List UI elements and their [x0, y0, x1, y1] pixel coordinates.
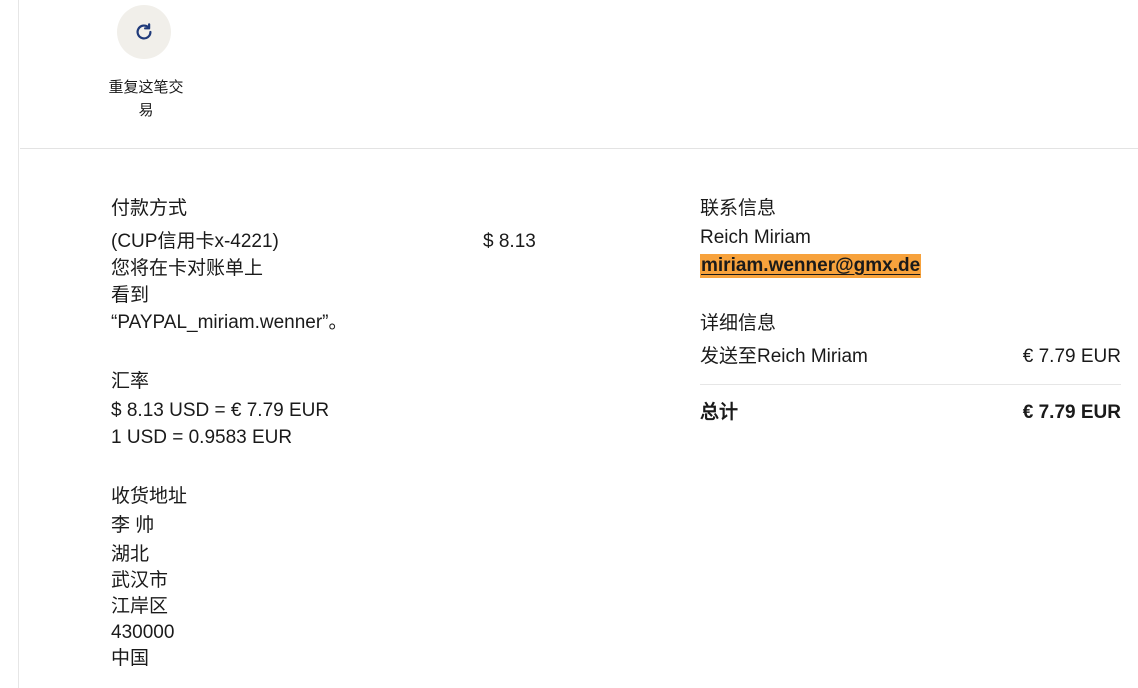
total-amount: € 7.79 EUR	[1022, 402, 1121, 423]
details-item-amount: € 7.79 EUR	[1022, 346, 1121, 367]
address-line: 武汉市	[111, 570, 169, 591]
repeat-label-line: 易	[138, 102, 154, 119]
refresh-icon	[136, 23, 152, 40]
details-item-label: 发送至Reich Miriam	[700, 346, 868, 367]
exchange-rate-line: 1 USD = 0.9583 EUR	[111, 427, 293, 448]
payment-amount: $ 8.13	[483, 231, 536, 252]
repeat-label-line: 重复这笔交	[108, 79, 184, 96]
payment-method-title: 付款方式	[111, 198, 188, 219]
details-divider	[700, 384, 1121, 385]
statement-note-line: “PAYPAL_miriam.wenner”。	[111, 312, 348, 333]
total-label: 总计	[700, 402, 739, 423]
exchange-rate-line: $ 8.13 USD = € 7.79 EUR	[111, 400, 330, 421]
statement-note-line: 看到	[111, 285, 150, 306]
shipping-address-title: 收货地址	[111, 486, 188, 507]
exchange-rate-title: 汇率	[111, 371, 150, 392]
statement-note-line: 您将在卡对账单上	[111, 258, 264, 279]
contact-email-link[interactable]: miriam.wenner@gmx.de	[700, 254, 922, 278]
repeat-transaction-button[interactable]	[117, 5, 171, 59]
address-line: 430000	[111, 622, 175, 643]
repeat-transaction-label[interactable]: 重复这笔交 易	[100, 76, 192, 122]
address-line: 李 帅	[111, 515, 155, 536]
actions-area: 重复这笔交 易	[0, 0, 1138, 150]
address-line: 中国	[111, 648, 150, 669]
payment-method-card: (CUP信用卡x-4221)	[111, 231, 279, 252]
contact-info-title: 联系信息	[700, 198, 777, 219]
details-title: 详细信息	[700, 313, 777, 334]
contact-name: Reich Miriam	[700, 227, 811, 248]
address-line: 江岸区	[111, 596, 169, 617]
address-line: 湖北	[111, 544, 150, 565]
section-divider	[20, 148, 1138, 149]
